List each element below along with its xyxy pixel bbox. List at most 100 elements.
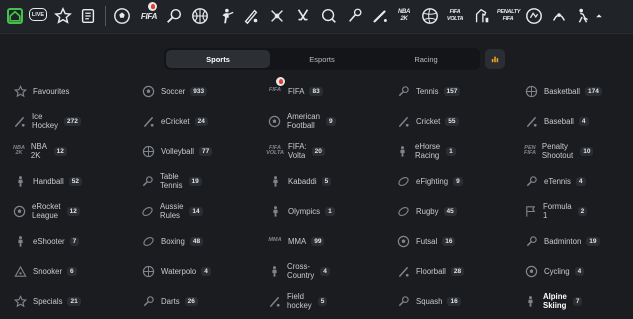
sport-item-penalty-shootout[interactable]: PEN FIFA Penalty Shootout 10 [524,142,594,160]
sport-name: Badminton [544,236,582,246]
sport-item-futsal[interactable]: Futsal 16 [396,232,456,250]
sport-item-volleyball[interactable]: Volleyball 77 [141,142,213,160]
event-count-badge: 19 [586,236,600,246]
tennis-icon[interactable] [163,5,185,27]
sport-name: FIFA [288,86,305,96]
sport-item-badminton[interactable]: Badminton 19 [524,232,600,250]
sport-item-kabaddi[interactable]: Kabaddi 5 [268,172,332,190]
sport-item-olympics[interactable]: Olympics 1 [268,202,335,220]
sport-item-field-hockey[interactable]: Field hockey 5 [268,292,328,310]
efighting-icon [396,174,410,188]
shooter-icon[interactable] [215,5,237,27]
sport-item-darts[interactable]: Darts 26 [141,292,198,310]
chevron-up-icon[interactable] [592,5,606,27]
penalty-shootout-icon[interactable]: PENALTY FIFA [496,5,520,27]
tab-esports[interactable]: Esports [270,50,374,68]
horse-racing-icon[interactable] [471,5,493,27]
star-icon[interactable] [52,5,74,27]
mma-icon[interactable] [548,5,570,27]
sport-item-waterpolo[interactable]: Waterpolo 4 [141,262,211,280]
sport-item-basketball[interactable]: Basketball 174 [524,82,602,100]
tab-racing[interactable]: Racing [374,50,478,68]
sport-item-snooker[interactable]: Snooker 6 [13,262,77,280]
sport-item-floorball[interactable]: Floorball 28 [396,262,465,280]
sport-name: eTennis [544,176,571,186]
event-count-badge: 4 [320,266,330,276]
sport-item-mma[interactable]: MMA MMA 99 [268,232,325,250]
sport-item-handball[interactable]: Handball 52 [13,172,83,190]
home-icon[interactable] [4,5,26,27]
efighting-icon[interactable] [523,5,545,27]
sport-item-alpine-skiing[interactable]: Alpine Skiing 7 [524,292,583,310]
sport-item-cross-country[interactable]: Cross-Country 4 [268,262,330,280]
basketball-icon[interactable] [189,5,211,27]
sport-name: Kabaddi [288,176,317,186]
sport-item-efighting[interactable]: eFighting 9 [396,172,463,190]
sport-item-shooter[interactable]: eShooter 7 [13,232,80,250]
futsal-icon [396,234,410,248]
sport-item-squash[interactable]: Squash 16 [396,292,461,310]
sport-item-ecricket[interactable]: eCricket 24 [141,112,208,130]
event-count-badge: 12 [66,206,80,216]
sport-item-cricket[interactable]: Cricket 55 [396,112,459,130]
sport-name: eShooter [33,236,65,246]
sport-item-nba-2k[interactable]: NBA 2K NBA 2K 12 [13,142,67,160]
betslip-icon[interactable] [77,5,99,27]
bat-icon[interactable] [369,5,391,27]
sport-item-fifa[interactable]: FIFA FIFA 83 [268,82,323,100]
sport-item-fifa-volta[interactable]: FIFA VOLTA FIFA: Volta 20 [266,142,325,160]
event-count-badge: 14 [189,206,203,216]
event-count-badge: 174 [584,86,602,96]
event-count-badge: 933 [190,86,208,96]
sport-item-baseball[interactable]: Baseball 4 [524,112,589,130]
racket-icon[interactable] [344,5,366,27]
search-ball-icon[interactable] [318,5,340,27]
sport-item-formula-1[interactable]: Formula 1 2 [524,202,588,220]
american-football-icon[interactable] [266,5,288,27]
shooter-icon [13,234,27,248]
horse-racing-icon [396,144,409,158]
hockey-icon[interactable] [292,5,314,27]
live-icon[interactable]: LIVE [29,8,47,21]
volleyball-icon[interactable] [419,5,441,27]
stats-button[interactable] [485,49,505,69]
sport-item-american-football[interactable]: American Football 9 [268,112,336,130]
cycling-icon [524,264,538,278]
kabaddi-icon[interactable] [572,5,594,27]
olympics-icon [268,204,282,218]
tab-sports[interactable]: Sports [166,50,270,68]
sport-item-soccer[interactable]: Soccer 933 [141,82,208,100]
sport-item-aussie-rules[interactable]: Aussie Rules 14 [141,202,203,220]
etennis-icon [524,174,538,188]
sport-name: American Football [287,112,320,130]
sport-name: Formula 1 [543,202,572,220]
sport-item-horse-racing[interactable]: eHorse Racing 1 [396,142,456,160]
sport-item-boxing[interactable]: Boxing 48 [141,232,204,250]
event-count-badge: 55 [445,116,459,126]
sport-name: Floorball [416,266,446,276]
sport-name: Cross-Country [287,262,315,280]
sport-item-cycling[interactable]: Cycling 4 [524,262,585,280]
sport-item-rocket-league[interactable]: eRocket League 12 [13,202,80,220]
snooker-icon [13,264,27,278]
sport-name: Volleyball [161,146,194,156]
sport-name: Aussie Rules [160,202,184,220]
sport-name: Tennis [416,86,439,96]
sport-item-ice-hockey[interactable]: Ice Hockey 272 [13,112,81,130]
rocket-league-icon [13,204,26,218]
event-count-badge: 6 [67,266,77,276]
event-count-badge: 48 [189,236,204,246]
sport-item-star[interactable]: Favourites [13,82,69,100]
cricket-icon[interactable] [240,5,262,27]
event-count-badge: 24 [194,116,208,126]
ecricket-icon [141,114,155,128]
sport-item-specials[interactable]: Specials 21 [13,292,81,310]
nba-2k-icon[interactable]: NBA 2K [394,5,414,27]
fifa-icon: FIFA [269,87,281,94]
sport-item-etennis[interactable]: eTennis 4 [524,172,586,190]
sport-item-table-tennis[interactable]: Table Tennis 19 [141,172,202,190]
sport-item-tennis[interactable]: Tennis 157 [396,82,461,100]
soccer-icon[interactable] [111,5,133,27]
sport-item-rugby[interactable]: Rugby 45 [396,202,457,220]
fifa-volta-icon[interactable]: FIFA VOLTA [443,5,467,27]
